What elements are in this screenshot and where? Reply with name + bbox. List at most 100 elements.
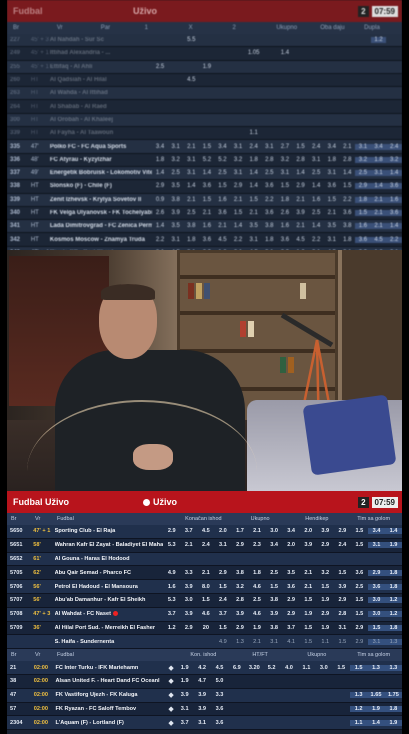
odd-value[interactable]: 2.1 bbox=[300, 584, 317, 590]
odd-value[interactable]: 1.9 bbox=[300, 611, 317, 617]
odd-value[interactable]: 4.6 bbox=[249, 584, 266, 590]
odd-value[interactable]: 3.0 bbox=[180, 597, 197, 603]
odd-value[interactable]: 3.8 bbox=[266, 625, 283, 631]
odd-value[interactable]: 3.1 bbox=[334, 625, 351, 631]
odd-value[interactable]: 1.8 bbox=[385, 583, 402, 590]
odd-value[interactable]: 2.9 bbox=[351, 639, 368, 645]
odd-value[interactable]: 2.9 bbox=[180, 625, 197, 631]
odd-value[interactable]: 1.5 bbox=[317, 584, 334, 590]
odd-value[interactable]: 2.4 bbox=[214, 597, 231, 603]
odd-value[interactable]: 2.9 bbox=[334, 528, 351, 534]
odd-value[interactable]: 1.5 bbox=[333, 665, 350, 671]
odd-value[interactable]: 1.3 bbox=[385, 638, 402, 645]
odd-value[interactable]: 3.9 bbox=[266, 611, 283, 617]
odd-value[interactable]: 4.6 bbox=[249, 611, 266, 617]
odd-value[interactable]: 1.9 bbox=[367, 705, 385, 712]
odd-value[interactable]: 2.1 bbox=[249, 639, 266, 645]
odd-value[interactable]: 1.7 bbox=[231, 528, 248, 534]
odd-value[interactable]: 1.5 bbox=[351, 542, 368, 548]
odd-value[interactable]: 3.7 bbox=[163, 611, 180, 617]
odd-value[interactable]: 2.1 bbox=[197, 570, 214, 576]
odd-value[interactable]: 3.9 bbox=[180, 584, 197, 590]
odd-value[interactable]: 2.9 bbox=[214, 570, 231, 576]
odd-value[interactable]: 3.2 bbox=[231, 584, 248, 590]
odd-value[interactable]: 3.4 bbox=[266, 542, 283, 548]
odd-value[interactable]: 3.6 bbox=[367, 583, 385, 590]
odd-value[interactable]: 2.4 bbox=[334, 542, 351, 548]
odd-value[interactable]: 2.5 bbox=[266, 570, 283, 576]
odd-value[interactable]: 3.9 bbox=[193, 706, 210, 712]
odd-value[interactable]: 2.0 bbox=[283, 542, 300, 548]
odd-value[interactable]: 1.5 bbox=[334, 570, 351, 576]
odd-value[interactable]: 1.5 bbox=[351, 597, 368, 603]
odd-value[interactable]: 2.3 bbox=[249, 542, 266, 548]
odd-value[interactable]: 4.1 bbox=[283, 639, 300, 645]
odd-value[interactable]: 2.0 bbox=[214, 528, 231, 534]
odd-value[interactable]: 1.3 bbox=[231, 639, 248, 645]
odd-value[interactable]: 3.4 bbox=[367, 528, 385, 535]
odd-value[interactable]: 3.9 bbox=[180, 611, 197, 617]
odd-value[interactable]: 4.5 bbox=[197, 528, 214, 534]
odd-value[interactable]: 5.3 bbox=[163, 542, 180, 548]
odd-value[interactable]: 1.8 bbox=[385, 569, 402, 576]
odd-value[interactable]: 1.9 bbox=[317, 625, 334, 631]
odd-value[interactable]: 3.0 bbox=[367, 611, 385, 618]
odd-value[interactable]: 2.9 bbox=[367, 569, 385, 576]
odd-value[interactable]: 3.1 bbox=[176, 706, 193, 712]
odd-value[interactable]: 1.9 bbox=[249, 625, 266, 631]
odd-value[interactable]: 1.5 bbox=[334, 639, 351, 645]
odd-value[interactable]: 3.6 bbox=[351, 570, 368, 576]
odd-value[interactable]: 3.9 bbox=[317, 528, 334, 534]
odd-value[interactable]: 2.0 bbox=[300, 528, 317, 534]
odd-value[interactable]: 3.9 bbox=[231, 611, 248, 617]
odd-value[interactable]: 1.65 bbox=[367, 692, 385, 699]
odd-value[interactable]: 3.1 bbox=[367, 542, 385, 549]
odd-value[interactable]: 1.3 bbox=[367, 664, 385, 671]
odd-value[interactable]: 20 bbox=[197, 625, 214, 631]
odd-value[interactable]: 5.0 bbox=[211, 678, 228, 684]
odd-value[interactable]: 4.5 bbox=[211, 665, 228, 671]
odd-value[interactable]: 2.5 bbox=[249, 597, 266, 603]
odd-value[interactable]: 3.1 bbox=[214, 542, 231, 548]
odd-value[interactable]: 5.2 bbox=[263, 665, 280, 671]
odd-value[interactable]: 3.5 bbox=[283, 570, 300, 576]
odd-value[interactable]: 1.8 bbox=[384, 705, 402, 712]
odd-value[interactable]: 1.5 bbox=[300, 625, 317, 631]
odd-value[interactable]: 1.5 bbox=[300, 639, 317, 645]
odd-value[interactable]: 3.8 bbox=[266, 597, 283, 603]
odd-value[interactable]: 1.9 bbox=[384, 719, 402, 726]
odd-value[interactable]: 2.9 bbox=[351, 625, 368, 631]
odd-value[interactable]: 1.2 bbox=[385, 597, 402, 604]
odd-value[interactable]: 4.6 bbox=[197, 611, 214, 617]
odd-value[interactable]: 2.9 bbox=[317, 611, 334, 617]
odd-value[interactable]: 1.9 bbox=[317, 597, 334, 603]
odd-value[interactable]: 2.9 bbox=[334, 597, 351, 603]
odd-value[interactable]: 3.3 bbox=[211, 692, 228, 698]
odd-value[interactable]: 1.2 bbox=[385, 611, 402, 618]
odd-value[interactable]: 4.2 bbox=[193, 665, 210, 671]
odd-value[interactable]: 3.1 bbox=[193, 720, 210, 726]
odd-value[interactable]: 1.9 bbox=[385, 542, 402, 549]
odd-value[interactable]: 1.5 bbox=[349, 664, 368, 671]
odd-value[interactable]: 1.1 bbox=[317, 639, 334, 645]
odd-value[interactable]: 4.0 bbox=[280, 665, 297, 671]
odd-value[interactable]: 2.5 bbox=[351, 584, 368, 590]
odd-value[interactable]: 2.8 bbox=[334, 611, 351, 617]
odd-value[interactable]: 1.3 bbox=[384, 664, 402, 671]
odd-value[interactable]: 2.4 bbox=[197, 542, 214, 548]
odd-value[interactable]: 1.5 bbox=[351, 611, 368, 617]
odd-value[interactable]: 3.0 bbox=[315, 665, 332, 671]
odd-value[interactable]: 1.6 bbox=[163, 584, 180, 590]
odd-value[interactable]: 1.1 bbox=[349, 719, 368, 726]
odd-value[interactable]: 1.4 bbox=[367, 719, 385, 726]
odd-value[interactable]: 2.1 bbox=[249, 528, 266, 534]
odd-value[interactable]: 1.5 bbox=[367, 624, 385, 631]
odd-value[interactable]: 3.20 bbox=[246, 665, 263, 671]
odd-value[interactable]: 1.5 bbox=[197, 597, 214, 603]
odd-value[interactable]: 1.5 bbox=[266, 584, 283, 590]
odd-value[interactable]: 2.9 bbox=[283, 597, 300, 603]
odd-value[interactable]: 8.0 bbox=[197, 584, 214, 590]
odd-value[interactable]: 2.9 bbox=[317, 542, 334, 548]
odd-value[interactable]: 3.1 bbox=[266, 639, 283, 645]
odd-value[interactable]: 4.9 bbox=[214, 639, 231, 645]
